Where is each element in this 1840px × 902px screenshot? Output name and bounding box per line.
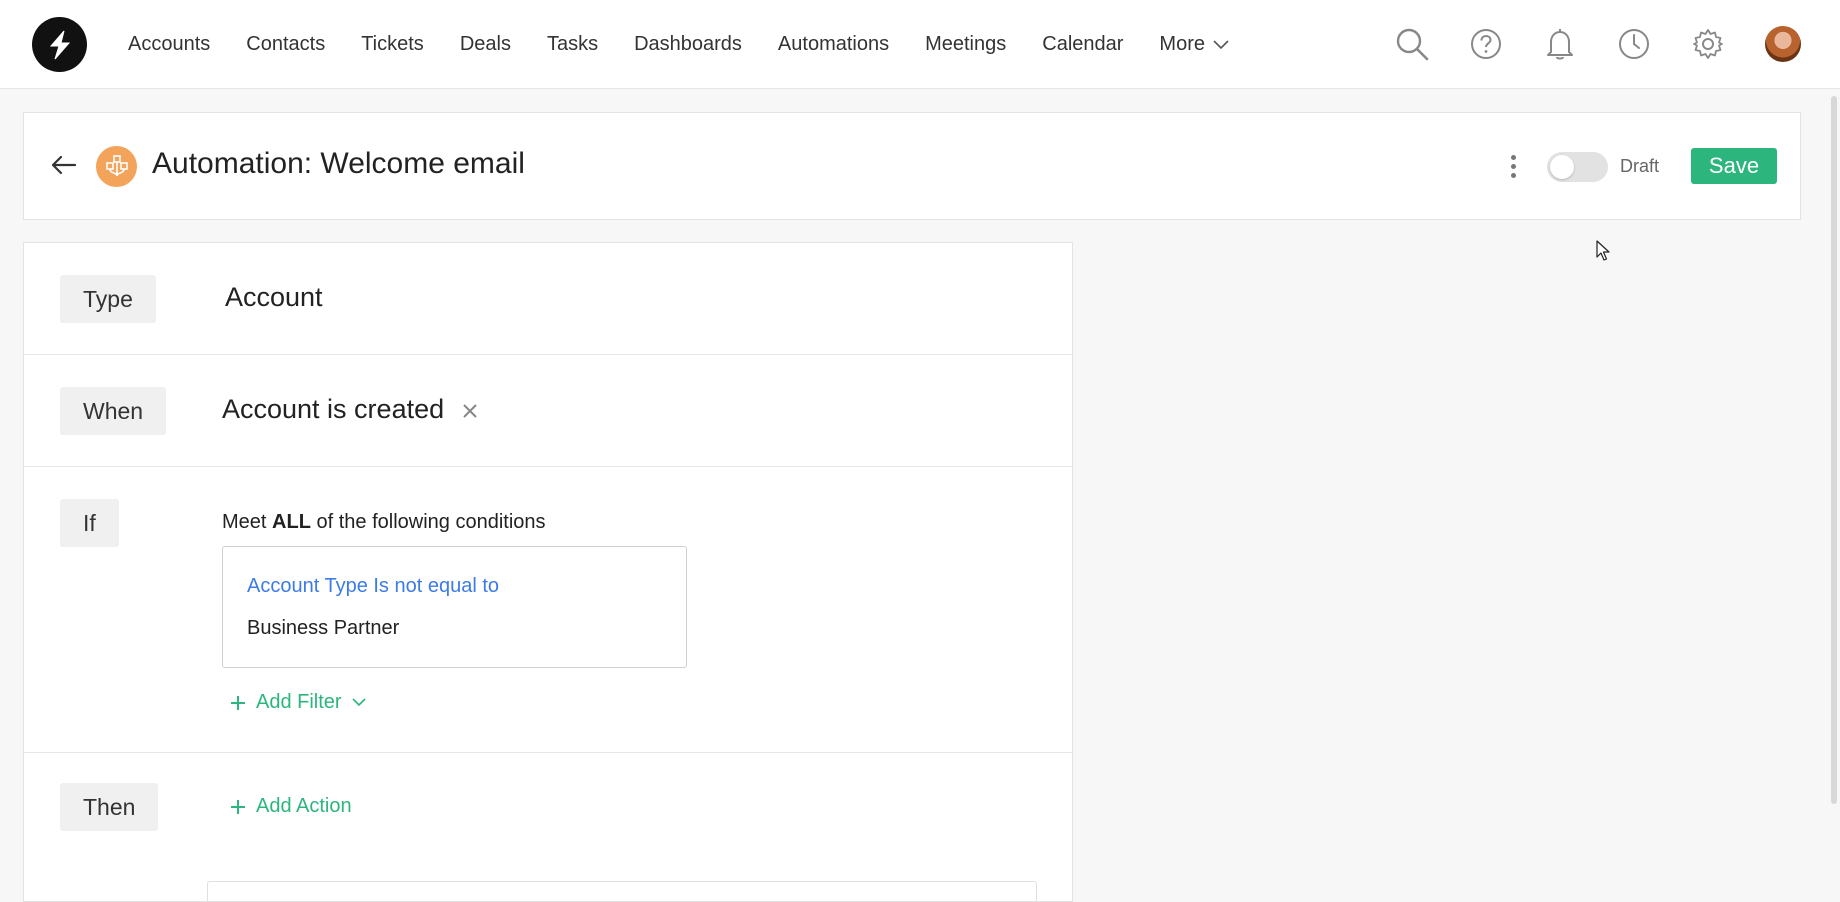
then-tag: Then <box>60 783 159 831</box>
automation-header: Automation: Welcome email Draft Save <box>23 112 1801 220</box>
nav-item-tickets[interactable]: Tickets <box>361 33 424 56</box>
top-navigation-bar: Accounts Contacts Tickets Deals Tasks Da… <box>0 0 1840 89</box>
nav-item-contacts[interactable]: Contacts <box>246 33 325 56</box>
nav-item-deals[interactable]: Deals <box>460 33 511 56</box>
plus-icon <box>230 799 246 815</box>
mouse-cursor-icon <box>1596 240 1610 267</box>
page-scrollbar[interactable] <box>1831 96 1837 804</box>
chevron-down-icon <box>352 698 366 707</box>
app-logo-icon[interactable] <box>32 17 87 72</box>
filter-value: Business Partner <box>247 617 400 639</box>
search-icon[interactable] <box>1395 27 1429 61</box>
nav-more-label: More <box>1159 33 1205 55</box>
active-toggle[interactable] <box>1547 152 1608 182</box>
filter-field: Account Type Is not equal to <box>247 575 500 597</box>
action-card[interactable] <box>207 881 1037 901</box>
automation-form: Type Account When Account is created If … <box>23 242 1073 902</box>
automation-icon <box>96 146 137 187</box>
type-tag: Type <box>60 275 156 323</box>
chevron-down-icon <box>1213 39 1229 50</box>
condition-match-mode[interactable]: ALL <box>272 511 311 533</box>
condition-prefix: Meet <box>222 511 267 533</box>
nav-item-meetings[interactable]: Meetings <box>925 33 1006 56</box>
clock-icon[interactable] <box>1617 27 1651 61</box>
user-avatar[interactable] <box>1765 26 1801 62</box>
condition-suffix: of the following conditions <box>316 511 546 533</box>
add-filter-label: Add Filter <box>256 691 342 713</box>
nav-item-automations[interactable]: Automations <box>778 33 889 56</box>
condition-match-text: Meet ALL of the following conditions <box>222 511 546 534</box>
then-row: Then Add Action <box>24 753 1072 901</box>
back-arrow-icon[interactable] <box>48 149 80 181</box>
type-value[interactable]: Account <box>225 282 323 313</box>
trigger-value[interactable]: Account is created <box>222 394 444 425</box>
help-icon[interactable] <box>1469 27 1503 61</box>
save-button[interactable]: Save <box>1691 148 1777 184</box>
nav-item-dashboards[interactable]: Dashboards <box>634 33 742 56</box>
when-tag: When <box>60 387 167 435</box>
close-icon[interactable] <box>458 399 482 423</box>
if-row: If Meet ALL of the following conditions … <box>24 467 1072 753</box>
when-row: When Account is created <box>24 355 1072 467</box>
type-row: Type Account <box>24 243 1072 355</box>
gear-icon[interactable] <box>1691 27 1725 61</box>
more-options-icon[interactable] <box>1503 151 1523 181</box>
draft-status-label: Draft <box>1620 156 1660 176</box>
add-filter-button[interactable]: Add Filter <box>230 691 366 714</box>
if-tag: If <box>60 499 119 547</box>
add-action-button[interactable]: Add Action <box>230 795 352 818</box>
filter-card[interactable]: Account Type Is not equal to Business Pa… <box>222 546 687 668</box>
plus-icon <box>230 695 246 711</box>
page-title: Automation: Welcome email <box>152 147 525 180</box>
bell-icon[interactable] <box>1543 27 1577 61</box>
add-action-label: Add Action <box>256 795 352 817</box>
nav-item-more[interactable]: More <box>1159 33 1229 56</box>
nav-item-calendar[interactable]: Calendar <box>1042 33 1123 56</box>
nav-item-accounts[interactable]: Accounts <box>128 33 210 56</box>
nav-item-tasks[interactable]: Tasks <box>547 33 598 56</box>
main-nav: Accounts Contacts Tickets Deals Tasks Da… <box>128 0 1265 89</box>
